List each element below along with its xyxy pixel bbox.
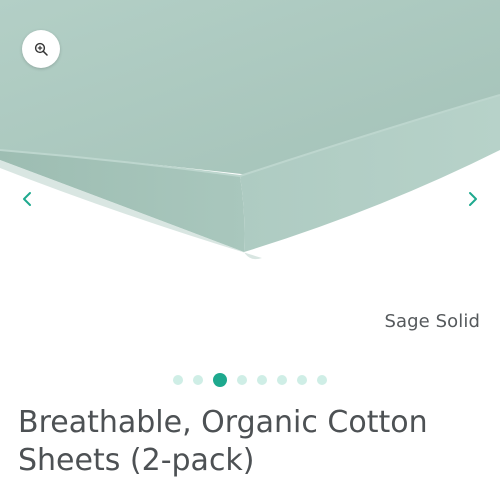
product-image[interactable]: [0, 0, 500, 300]
zoom-in-icon: [34, 42, 48, 56]
carousel-dot[interactable]: [173, 375, 183, 385]
carousel-dot[interactable]: [237, 375, 247, 385]
product-gallery: Sage Solid: [0, 0, 500, 360]
previous-image-button[interactable]: [14, 186, 40, 212]
carousel-dot-active[interactable]: [213, 373, 227, 387]
zoom-button[interactable]: [22, 30, 60, 68]
chevron-left-icon: [23, 192, 31, 206]
next-image-button[interactable]: [460, 186, 486, 212]
carousel-dot[interactable]: [297, 375, 307, 385]
carousel-dot[interactable]: [257, 375, 267, 385]
chevron-right-icon: [469, 192, 477, 206]
variant-label: Sage Solid: [384, 311, 480, 332]
product-title: Breathable, Organic Cotton Sheets (2-pac…: [18, 405, 428, 478]
carousel-dot[interactable]: [317, 375, 327, 385]
carousel-dots: [0, 372, 500, 388]
carousel-dot[interactable]: [277, 375, 287, 385]
carousel-dot[interactable]: [193, 375, 203, 385]
